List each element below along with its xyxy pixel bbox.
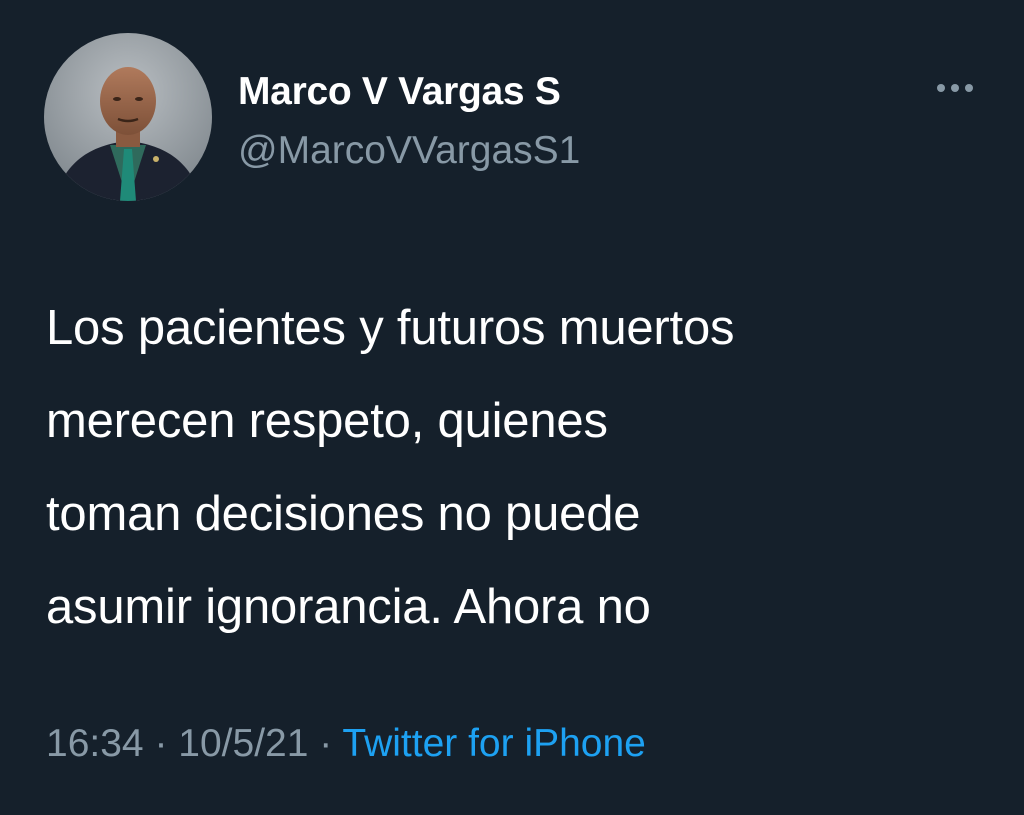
meta-separator: · bbox=[319, 722, 333, 765]
tweet-card: Marco V Vargas S @MarcoVVargasS1 Los pac… bbox=[0, 0, 1024, 815]
tweet-text: Los pacientes y futuros muertos merecen … bbox=[46, 301, 735, 634]
tweet-source-link[interactable]: Twitter for iPhone bbox=[342, 722, 645, 765]
profile-photo bbox=[44, 33, 212, 201]
author-handle[interactable]: @MarcoVVargasS1 bbox=[238, 129, 580, 173]
tweet-meta: 16:34 · 10/5/21 · Twitter for iPhone bbox=[46, 722, 646, 766]
avatar[interactable] bbox=[44, 33, 212, 201]
meta-separator: · bbox=[154, 722, 168, 765]
more-horizontal-icon bbox=[937, 84, 973, 92]
tweet-date[interactable]: 10/5/21 bbox=[178, 722, 308, 765]
tweet-time[interactable]: 16:34 bbox=[46, 722, 144, 765]
more-options-button[interactable] bbox=[928, 72, 982, 104]
author-display-name[interactable]: Marco V Vargas S bbox=[238, 70, 561, 114]
